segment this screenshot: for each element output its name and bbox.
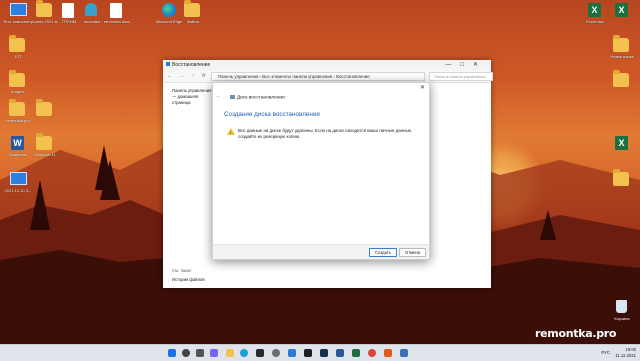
store-icon[interactable] xyxy=(256,349,264,357)
maximize-button[interactable]: □ xyxy=(460,62,473,68)
desktop-icon-win11[interactable]: Windows 11 xyxy=(28,133,62,172)
search-input[interactable]: Поиск в панели управления xyxy=(429,72,493,81)
app-icon[interactable] xyxy=(384,349,392,357)
cancel-button[interactable]: Отмена xyxy=(399,248,426,257)
warning-message: Все данные на диске будут удалены. Если … xyxy=(238,128,413,139)
breadcrumb[interactable]: Панель управления › Все элементы панели … xyxy=(211,72,425,81)
word-icon[interactable] xyxy=(336,349,344,357)
dialog-footer: Создать Отмена xyxy=(213,244,429,259)
dialog-title: Создание диска восстановления xyxy=(224,111,320,118)
side-link-file-history[interactable]: История файлов xyxy=(172,277,205,282)
word-icon: W xyxy=(11,136,24,150)
excel-icon: X xyxy=(615,136,628,150)
folder-icon xyxy=(613,35,629,52)
desktop-icon-folder5[interactable] xyxy=(605,169,639,208)
folder-icon xyxy=(613,169,629,186)
side-see-also: См. также xyxy=(172,268,192,273)
folder-icon xyxy=(9,35,25,52)
create-button[interactable]: Создать xyxy=(369,248,397,257)
desktop-icon-files[interactable]: Файлы xyxy=(176,0,210,39)
desktop-icon-doc2[interactable]: remontka.docx xyxy=(100,1,134,39)
user-icon xyxy=(85,3,97,16)
chat-icon[interactable] xyxy=(210,349,218,357)
settings-icon[interactable] xyxy=(272,349,280,357)
folder-icon xyxy=(9,70,25,87)
taskbar: РУС 19:00 11.12.2021 xyxy=(0,344,640,361)
excel-icon: X xyxy=(615,3,628,17)
folder-icon xyxy=(184,0,200,17)
terminal-icon[interactable] xyxy=(304,349,312,357)
close-button[interactable]: ✕ xyxy=(473,62,487,68)
folder-icon xyxy=(36,133,52,150)
back-arrow-icon[interactable]: ← xyxy=(216,93,221,99)
clock[interactable]: 19:00 11.12.2021 xyxy=(615,347,636,359)
document-icon xyxy=(110,3,122,18)
desktop-icon-excel2[interactable]: X xyxy=(605,1,639,39)
edge-icon xyxy=(162,3,176,17)
minimize-button[interactable]: — xyxy=(445,62,460,68)
window-title: Восстановление xyxy=(172,62,211,68)
monitor-icon xyxy=(10,3,27,16)
edge-icon[interactable] xyxy=(240,349,248,357)
file-explorer-icon[interactable] xyxy=(226,349,234,357)
search-icon[interactable] xyxy=(182,349,190,357)
folder-icon xyxy=(9,99,25,116)
control-panel-icon xyxy=(166,62,170,66)
watermark: remontka.pro xyxy=(535,327,617,340)
excel-icon[interactable] xyxy=(352,349,360,357)
dialog-header: Диск восстановления xyxy=(230,95,285,100)
task-view-icon[interactable] xyxy=(196,349,204,357)
app-icon[interactable] xyxy=(400,349,408,357)
document-icon xyxy=(62,3,74,18)
folder-icon xyxy=(36,0,52,17)
dialog-close-button[interactable]: ✕ xyxy=(420,84,425,91)
dialog-header-label: Диск восстановления xyxy=(237,95,285,101)
monitor-icon xyxy=(10,172,27,185)
clock-date: 11.12.2021 xyxy=(615,353,636,358)
excel-icon: X xyxy=(588,3,601,17)
window-titlebar[interactable]: Восстановление —□✕ xyxy=(163,60,491,70)
drive-icon xyxy=(230,95,235,99)
windows-start-icon[interactable] xyxy=(168,349,176,357)
folder-icon xyxy=(36,99,52,116)
desktop-icon-folder3[interactable] xyxy=(28,99,62,138)
desktop-icon-folder4[interactable] xyxy=(605,70,639,109)
desktop-icon-excel3[interactable]: X xyxy=(605,134,639,172)
desktop-icon-new-folder[interactable]: Новая папка xyxy=(605,35,639,74)
nav-arrows[interactable]: ← → ↑ ⟳ xyxy=(167,73,209,79)
photoshop-icon[interactable] xyxy=(320,349,328,357)
recovery-drive-dialog: ✕ ← Диск восстановления Создание диска в… xyxy=(212,82,430,260)
language-indicator[interactable]: РУС xyxy=(601,350,610,355)
recycle-bin-icon xyxy=(616,300,627,313)
vscode-icon[interactable] xyxy=(288,349,296,357)
window-controls[interactable]: —□✕ xyxy=(445,61,487,68)
side-link-home[interactable]: Панель управления — домашняя страница xyxy=(172,88,216,106)
warning-icon-mark: ! xyxy=(230,130,232,135)
chrome-icon[interactable] xyxy=(368,349,376,357)
folder-icon xyxy=(613,70,629,87)
desktop-icon-folder2[interactable]: 1ПТ xyxy=(1,35,35,74)
desktop-icon-screenshot[interactable]: 2021.12.10 3... xyxy=(1,170,35,208)
